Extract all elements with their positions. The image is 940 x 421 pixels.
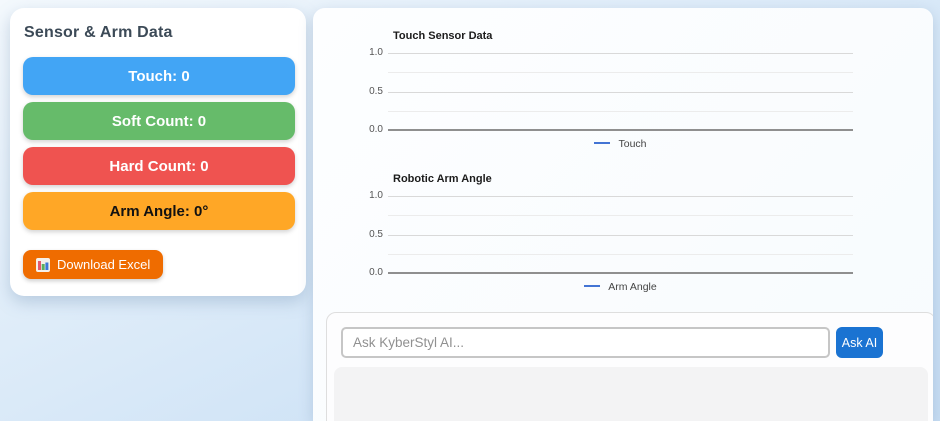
y-tick-label: 0.5: [369, 86, 383, 97]
gridline: [388, 215, 853, 216]
gridline: [388, 53, 853, 54]
gridline: [388, 254, 853, 255]
download-excel-label: Download Excel: [57, 257, 151, 272]
gridline: [388, 92, 853, 93]
gridline: [388, 196, 853, 197]
dashboard-panel: Touch Sensor Data 1.0 0.5 0.0 Touch Robo…: [313, 8, 933, 421]
robotic-arm-angle-chart: Robotic Arm Angle 1.0 0.5 0.0 Arm Angle: [313, 173, 933, 294]
ask-ai-row: Ask AI: [341, 327, 933, 358]
ask-ai-section: Ask AI: [326, 312, 933, 421]
hard-count-stat-pill: Hard Count: 0: [23, 147, 295, 185]
touch-chart-plot-area: 1.0 0.5 0.0: [369, 47, 853, 135]
y-tick-label: 1.0: [369, 47, 383, 58]
x-axis-line: [388, 129, 853, 131]
soft-count-stat-pill: Soft Count: 0: [23, 102, 295, 140]
arm-angle-chart-plot-area: 1.0 0.5 0.0: [369, 190, 853, 278]
arm-angle-stat-pill: Arm Angle: 0°: [23, 192, 295, 230]
legend-line-swatch: [594, 142, 611, 144]
legend-line-swatch: [584, 285, 601, 287]
touch-sensor-chart: Touch Sensor Data 1.0 0.5 0.0 Touch: [313, 30, 933, 151]
chart-title: Robotic Arm Angle: [393, 173, 492, 185]
download-excel-button[interactable]: Download Excel: [23, 250, 164, 279]
sensor-arm-data-card: Sensor & Arm Data Touch: 0 Soft Count: 0…: [10, 8, 306, 296]
y-tick-label: 0.0: [369, 124, 383, 135]
x-axis-line: [388, 272, 853, 274]
gridline: [388, 111, 853, 112]
touch-chart-legend: Touch: [388, 138, 853, 151]
bar-chart-icon: [36, 257, 50, 272]
y-tick-label: 1.0: [369, 190, 383, 201]
ask-ai-button[interactable]: Ask AI: [836, 327, 883, 358]
legend-label: Arm Angle: [608, 281, 657, 293]
card-title: Sensor & Arm Data: [24, 24, 173, 41]
legend-label: Touch: [618, 138, 647, 150]
y-tick-label: 0.5: [369, 229, 383, 240]
gridline: [388, 72, 853, 73]
arm-angle-chart-legend: Arm Angle: [388, 281, 853, 294]
ai-response-area: [334, 367, 928, 421]
chart-title: Touch Sensor Data: [393, 30, 493, 42]
gridline: [388, 235, 853, 236]
ask-ai-input[interactable]: [341, 327, 830, 358]
y-tick-label: 0.0: [369, 267, 383, 278]
touch-stat-pill: Touch: 0: [23, 57, 295, 95]
